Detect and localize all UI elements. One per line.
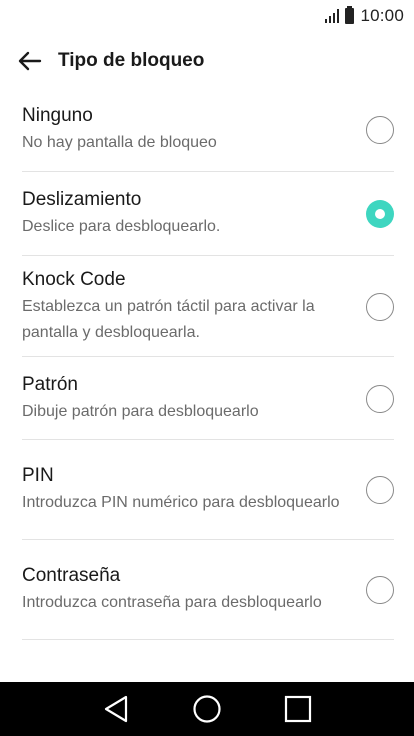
page-title: Tipo de bloqueo [58, 50, 205, 71]
radio-button[interactable] [366, 292, 394, 321]
status-time: 10:00 [360, 6, 404, 25]
arrow-left-icon [18, 51, 42, 71]
status-bar: 10:00 [0, 0, 414, 32]
option-title: Ninguno [22, 105, 93, 126]
option-title: Deslizamiento [22, 189, 142, 210]
option-subtitle: Introduzca PIN numérico para desbloquear… [22, 494, 340, 511]
option-subtitle: Establezca un patrón táctil para activar… [22, 297, 315, 341]
screen: 10:00 Tipo de bloqueo Ninguno No hay pan… [0, 0, 414, 736]
signal-bars-icon [325, 9, 340, 23]
option-text: Ninguno No hay pantalla de bloqueo [22, 104, 356, 156]
option-title: Patrón [22, 373, 78, 395]
square-recents-icon [285, 695, 312, 723]
option-ninguno[interactable]: Ninguno No hay pantalla de bloqueo [0, 88, 414, 172]
option-title: PIN [22, 465, 54, 486]
option-subtitle: Dibuje patrón para desbloquearlo [22, 402, 259, 420]
option-text: Deslizamiento Deslice para desbloquearlo… [22, 188, 356, 240]
option-title: Knock Code [22, 268, 126, 290]
radio-button[interactable] [366, 476, 394, 504]
option-text: Patrón Dibuje patrón para desbloquearlo [22, 373, 356, 425]
nav-back-button[interactable] [96, 689, 136, 729]
option-subtitle: Deslice para desbloquearlo. [22, 218, 221, 235]
option-patron[interactable]: Patrón Dibuje patrón para desbloquearlo [0, 357, 414, 440]
option-contrasena[interactable]: Contraseña Introduzca contraseña para de… [0, 540, 414, 640]
radio-button-selected[interactable] [366, 200, 394, 228]
triangle-back-icon [104, 695, 127, 723]
app-bar: Tipo de bloqueo [0, 36, 414, 86]
radio-button[interactable] [366, 576, 394, 604]
battery-icon [345, 6, 355, 24]
option-deslizamiento[interactable]: Deslizamiento Deslice para desbloquearlo… [0, 172, 414, 256]
radio-button[interactable] [366, 116, 394, 144]
option-text: PIN Introduzca PIN numérico para desbloq… [22, 464, 356, 516]
option-text: Knock Code Establezca un patrón táctil p… [22, 268, 356, 346]
radio-button[interactable] [366, 384, 394, 413]
nav-home-button[interactable] [187, 689, 227, 729]
back-button[interactable] [0, 36, 60, 86]
option-subtitle: Introduzca contraseña para desbloquearlo [22, 594, 322, 611]
option-knock-code[interactable]: Knock Code Establezca un patrón táctil p… [0, 256, 414, 357]
radio-dot-icon [375, 209, 385, 219]
navigation-bar [0, 682, 414, 736]
option-title: Contraseña [22, 565, 121, 586]
nav-recents-button[interactable] [278, 689, 318, 729]
option-text: Contraseña Introduzca contraseña para de… [22, 564, 356, 616]
option-pin[interactable]: PIN Introduzca PIN numérico para desbloq… [0, 440, 414, 540]
circle-home-icon [193, 695, 221, 723]
lock-type-list: Ninguno No hay pantalla de bloqueo Desli… [0, 88, 414, 640]
option-subtitle: No hay pantalla de bloqueo [22, 134, 217, 151]
